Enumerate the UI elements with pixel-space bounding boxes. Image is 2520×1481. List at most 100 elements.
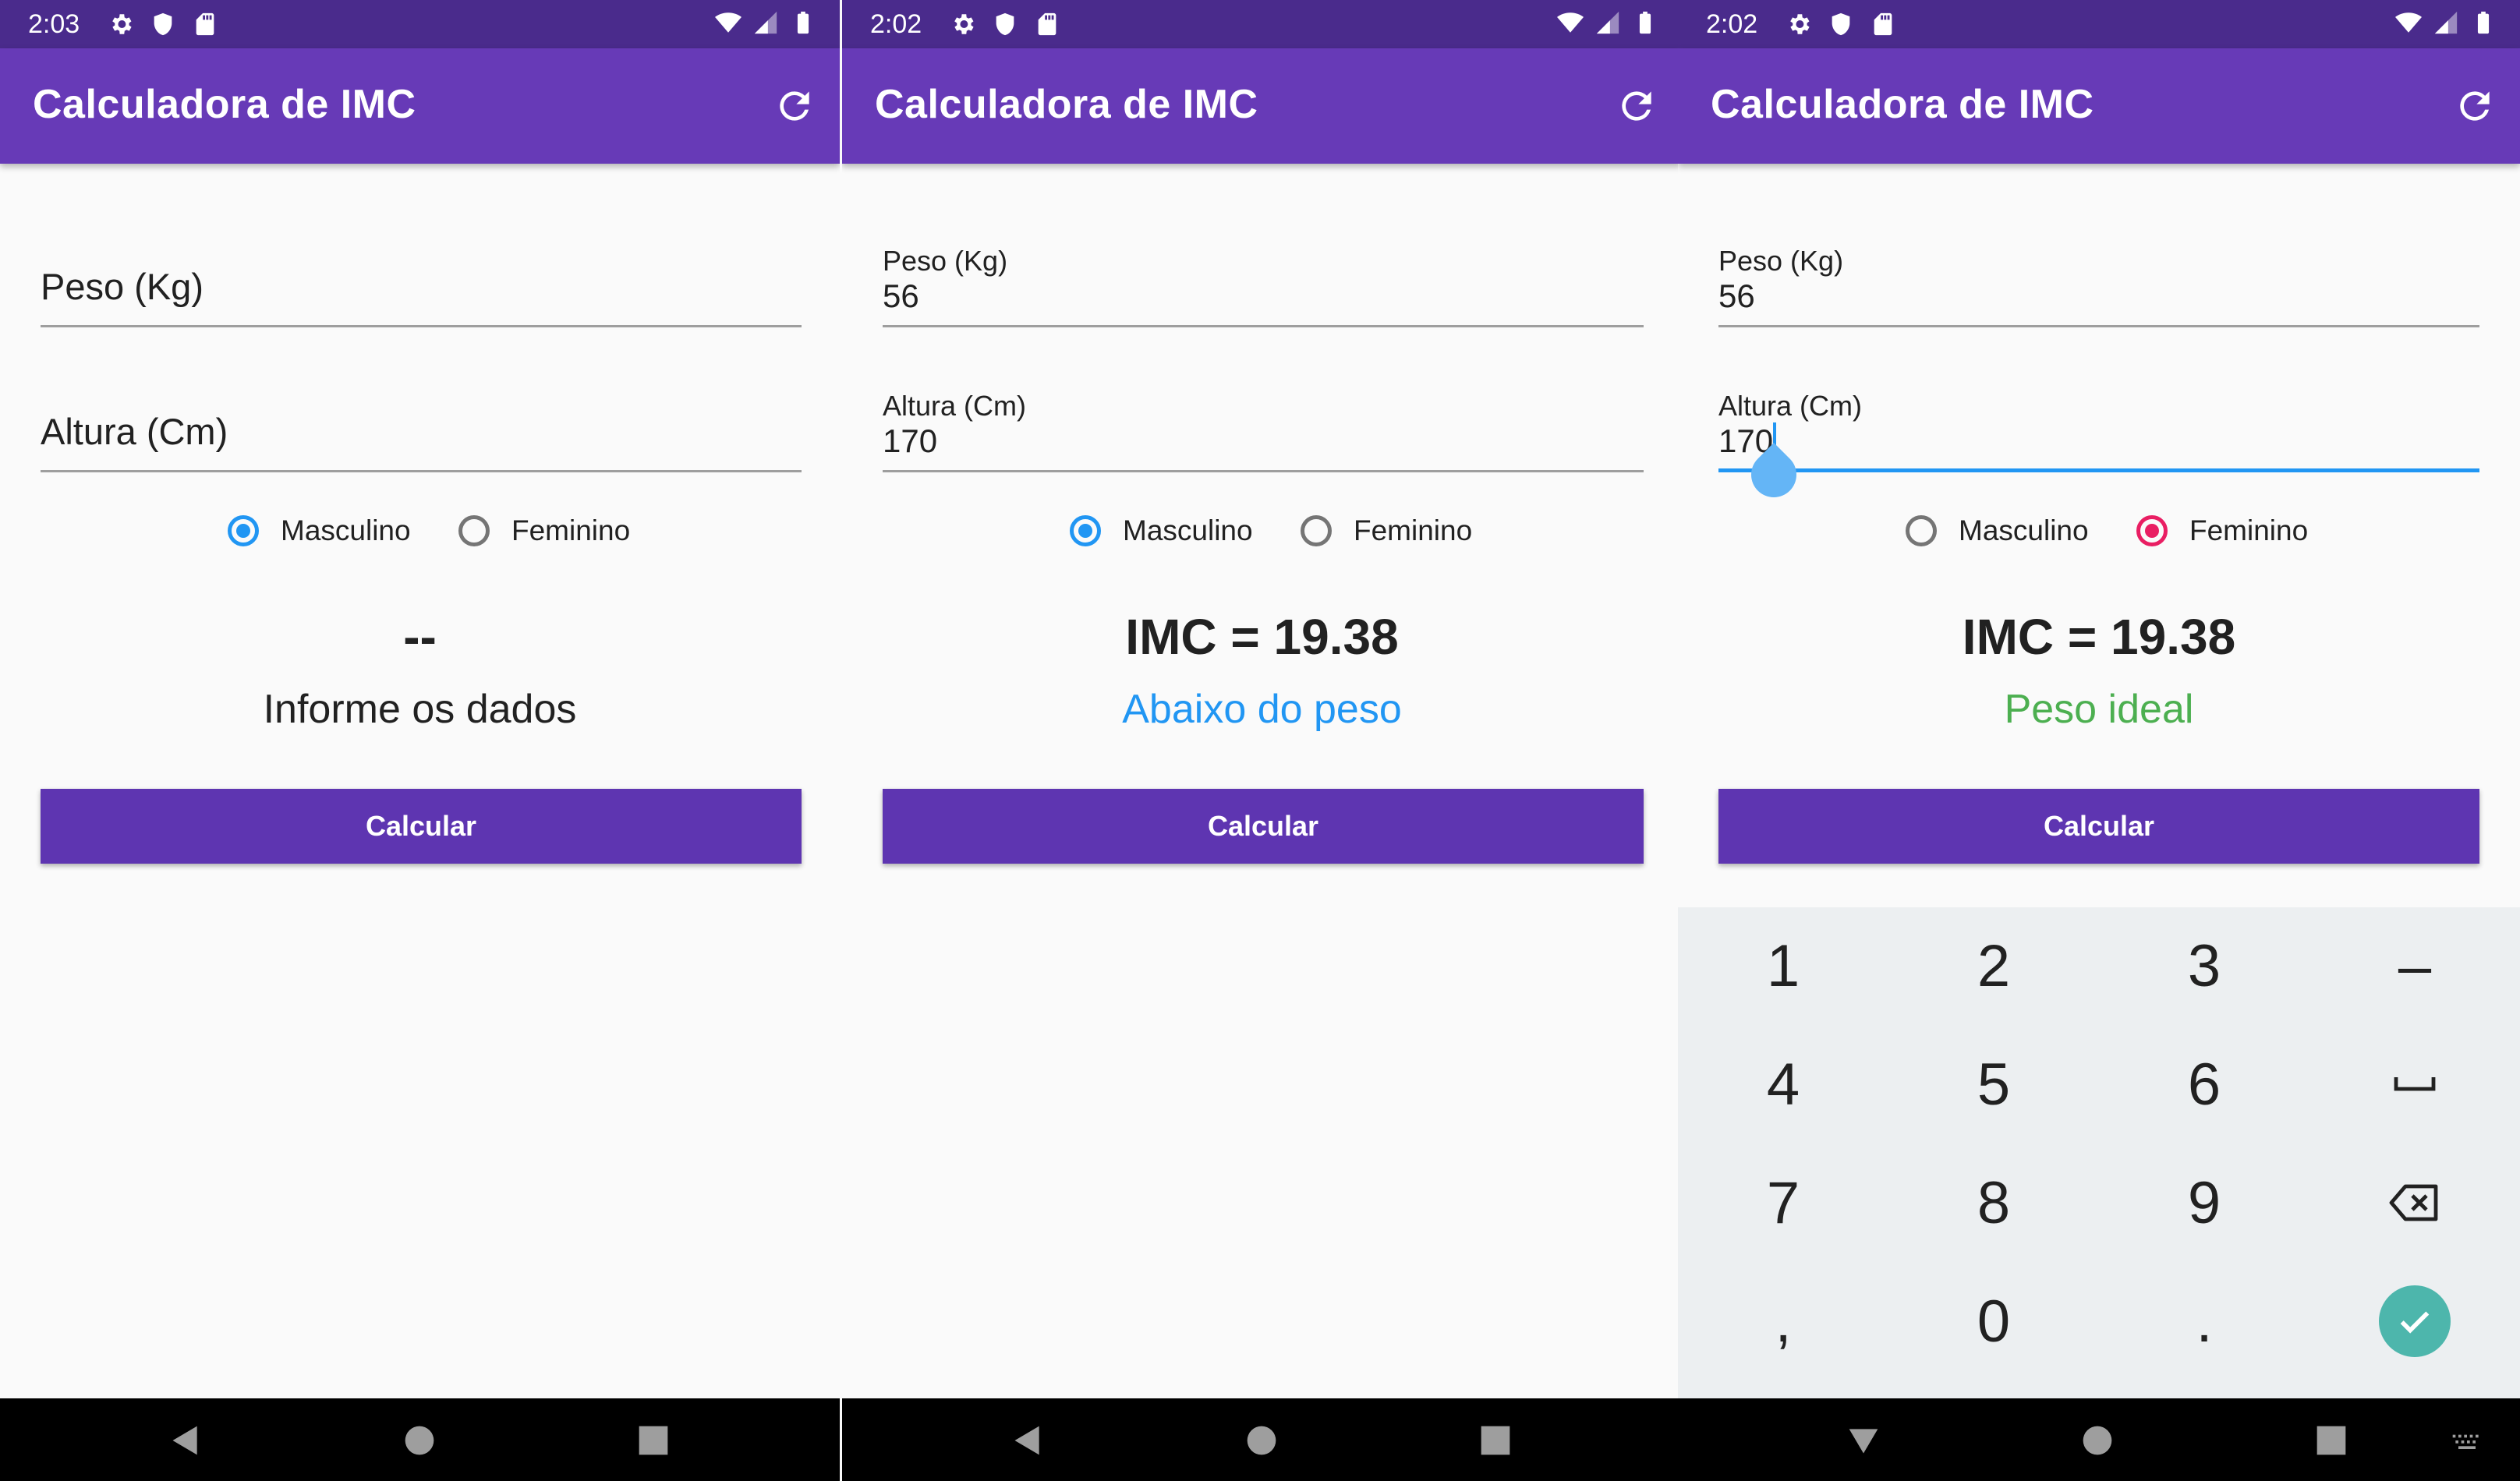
battery-icon: [797, 11, 809, 34]
calcular-button[interactable]: Calcular: [41, 789, 802, 864]
refresh-icon[interactable]: [1615, 84, 1658, 128]
key-backspace[interactable]: [2309, 1144, 2520, 1261]
peso-field[interactable]: Peso (Kg) 56: [1718, 226, 2479, 327]
status-time: 2:02: [870, 9, 922, 39]
refresh-icon[interactable]: [2453, 84, 2497, 128]
keyboard-switch-icon[interactable]: [2450, 1423, 2484, 1458]
key-space[interactable]: [2309, 1026, 2520, 1143]
gender-radio-group: Masculino Feminino: [1678, 514, 2520, 569]
home-icon[interactable]: [402, 1423, 437, 1458]
radio-feminino-circle[interactable]: [458, 515, 490, 546]
signal-icon: [2434, 11, 2458, 34]
back-icon[interactable]: [168, 1423, 203, 1458]
key-period[interactable]: .: [2099, 1263, 2309, 1380]
done-check-icon: [2400, 1311, 2430, 1334]
altura-underline: [1718, 468, 2479, 472]
peso-field[interactable]: Peso (Kg) 56: [883, 226, 1644, 327]
altura-value: 170: [883, 422, 938, 459]
home-icon[interactable]: [2080, 1423, 2115, 1458]
radio-masculino-circle[interactable]: [1906, 515, 1937, 546]
radio-feminino-circle[interactable]: [2136, 515, 2168, 546]
app-bar: Calculadora de IMC: [0, 48, 840, 164]
gender-radio-group: Masculino Feminino: [842, 514, 1682, 569]
recents-icon[interactable]: [1478, 1423, 1513, 1458]
hide-keyboard-icon[interactable]: [1846, 1423, 1881, 1458]
peso-underline: [1718, 325, 2479, 327]
status-bar: 2:02: [1678, 0, 2520, 48]
key-8[interactable]: 8: [1888, 1144, 2099, 1261]
key-minus[interactable]: –: [2309, 907, 2520, 1024]
peso-label: Peso (Kg): [883, 245, 1008, 277]
radio-masculino-circle[interactable]: [228, 515, 259, 546]
app-bar: Calculadora de IMC: [1678, 48, 2520, 164]
key-6[interactable]: 6: [2099, 1026, 2309, 1143]
altura-field[interactable]: Altura (Cm) 170: [883, 371, 1644, 472]
status-time: 2:03: [28, 9, 80, 39]
key-7[interactable]: 7: [1678, 1144, 1888, 1261]
settings-icon: [1790, 14, 1810, 34]
radio-feminino[interactable]: Feminino: [1301, 514, 1472, 547]
shield-icon: [154, 12, 172, 36]
peso-field[interactable]: Peso (Kg): [41, 226, 802, 327]
key-1[interactable]: 1: [1678, 907, 1888, 1024]
radio-feminino-circle[interactable]: [1301, 515, 1332, 546]
calcular-button[interactable]: Calcular: [883, 789, 1644, 864]
radio-feminino[interactable]: Feminino: [458, 514, 630, 547]
recents-icon[interactable]: [2314, 1423, 2348, 1458]
settings-icon: [954, 14, 974, 34]
altura-label: Altura (Cm): [883, 390, 1027, 422]
status-bar: 2:03: [0, 0, 840, 48]
key-done[interactable]: [2309, 1263, 2520, 1380]
radio-feminino[interactable]: Feminino: [2136, 514, 2308, 547]
nav-bar: [1678, 1398, 2520, 1481]
imc-status: Informe os dados: [263, 687, 577, 732]
altura-field[interactable]: Altura (Cm) 170: [1718, 371, 2479, 507]
screen-1: 2:03 Calculadora de IMC Peso (Kg) Altura…: [0, 0, 840, 1481]
app-title: Calculadora de IMC: [1711, 82, 2094, 127]
nav-bar: [842, 1398, 1682, 1481]
back-icon[interactable]: [1010, 1423, 1045, 1458]
imc-status: Abaixo do peso: [1122, 687, 1402, 732]
imc-result: --: [403, 609, 437, 665]
space-key-icon: [2394, 1077, 2436, 1091]
app-bar: Calculadora de IMC: [842, 48, 1682, 164]
altura-underline: [41, 470, 802, 472]
radio-feminino-label: Feminino: [1354, 514, 1473, 546]
radio-feminino-label: Feminino: [2189, 514, 2309, 546]
backspace-icon: [2389, 1184, 2438, 1221]
key-0[interactable]: 0: [1888, 1263, 2099, 1380]
radio-masculino[interactable]: Masculino: [228, 514, 411, 547]
wifi-icon: [2395, 12, 2422, 33]
altura-field[interactable]: Altura (Cm): [41, 371, 802, 472]
numeric-keyboard: 1 2 3 – 4 5 6 7 8 9 , 0 .: [1678, 907, 2520, 1398]
refresh-icon[interactable]: [773, 84, 816, 128]
radio-masculino[interactable]: Masculino: [1070, 514, 1253, 547]
imc-status: Peso ideal: [2004, 687, 2194, 732]
nav-bar: [0, 1398, 840, 1481]
key-9[interactable]: 9: [2099, 1144, 2309, 1261]
radio-masculino[interactable]: Masculino: [1906, 514, 2089, 547]
signal-icon: [754, 11, 777, 34]
key-4[interactable]: 4: [1678, 1026, 1888, 1143]
radio-masculino-circle[interactable]: [1070, 515, 1101, 546]
altura-placeholder: Altura (Cm): [41, 411, 228, 452]
done-button[interactable]: [2379, 1285, 2451, 1357]
recents-icon[interactable]: [636, 1423, 671, 1458]
home-icon[interactable]: [1244, 1423, 1279, 1458]
screen-3: 2:02 Calculadora de IMC Peso (Kg) 56 Alt…: [1678, 0, 2520, 1481]
radio-masculino-label: Masculino: [1123, 514, 1253, 546]
radio-masculino-label: Masculino: [281, 514, 411, 546]
peso-value: 56: [1718, 277, 1755, 314]
shield-icon: [1832, 12, 1850, 36]
altura-underline: [883, 470, 1644, 472]
peso-placeholder: Peso (Kg): [41, 266, 204, 307]
key-2[interactable]: 2: [1888, 907, 2099, 1024]
imc-result: IMC = 19.38: [1125, 609, 1399, 665]
calcular-button[interactable]: Calcular: [1718, 789, 2479, 864]
key-5[interactable]: 5: [1888, 1026, 2099, 1143]
key-comma[interactable]: ,: [1678, 1263, 1888, 1380]
key-3[interactable]: 3: [2099, 907, 2309, 1024]
peso-underline: [883, 325, 1644, 327]
peso-value: 56: [883, 277, 919, 314]
sd-card-icon: [196, 12, 214, 36]
